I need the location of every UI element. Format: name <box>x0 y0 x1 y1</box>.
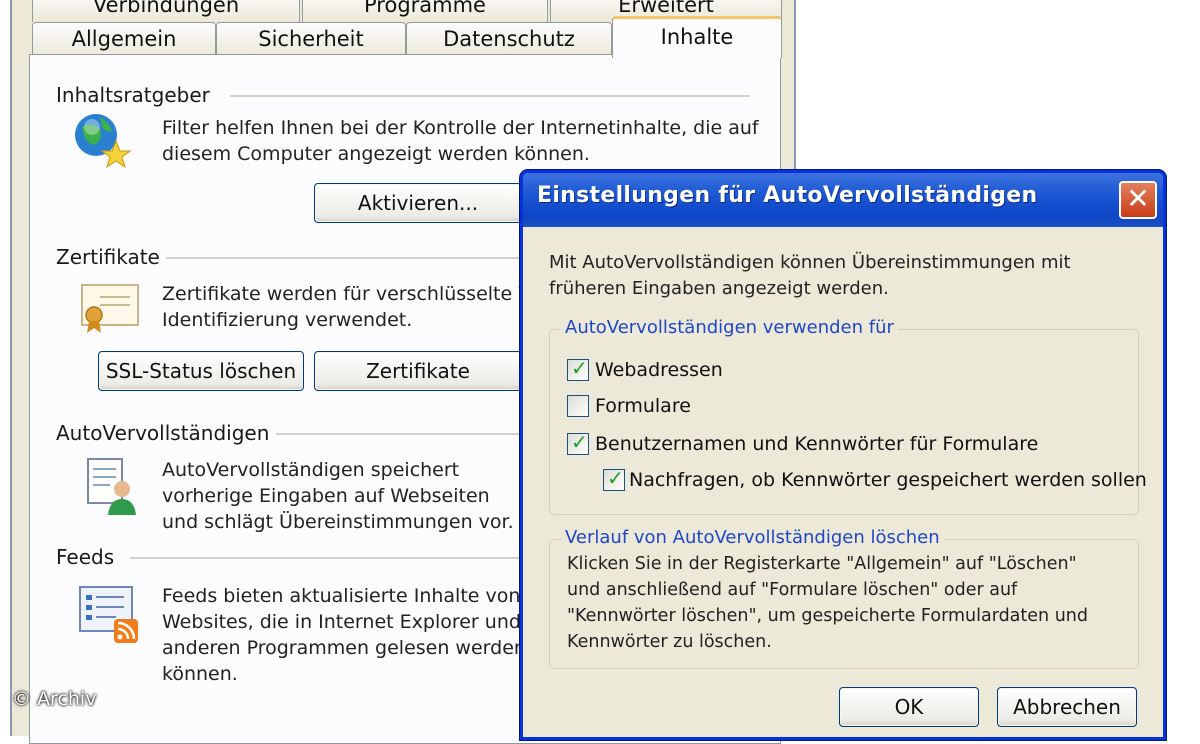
tab-datenschutz[interactable]: Datenschutz <box>406 22 612 56</box>
use-for-legend: AutoVervollständigen verwenden für <box>561 317 898 338</box>
feeds-text-4: können. <box>162 663 238 685</box>
certificates-text-1: Zertifikate werden für verschlüsselte Ve <box>162 283 542 305</box>
webadressen-checkbox[interactable]: ✓ <box>567 356 589 381</box>
autocomplete-text-3: und schlägt Übereinstimmungen vor. <box>162 511 514 533</box>
history-text-2: und anschließend auf "Formulare löschen"… <box>567 580 1018 600</box>
tab-allgemein[interactable]: Allgemein <box>32 22 216 56</box>
close-icon[interactable]: ✕ <box>1119 181 1157 219</box>
formulare-checkbox[interactable] <box>567 395 589 417</box>
tab-verbindungen[interactable]: Verbindungen <box>32 0 300 22</box>
feeds-text-2: Websites, die in Internet Explorer und <box>162 611 521 633</box>
checkmark-icon: ✓ <box>571 356 588 380</box>
usernames-passwords-label: Benutzernamen und Kennwörter für Formula… <box>595 433 1039 455</box>
ask-save-password-checkbox[interactable]: ✓ <box>603 466 625 491</box>
autocomplete-settings-dialog: Einstellungen für AutoVervollständigen ✕… <box>520 170 1166 740</box>
autocomplete-user-icon <box>87 458 136 515</box>
autocomplete-title: AutoVervollständigen <box>56 421 270 445</box>
ok-button[interactable]: OK <box>839 687 979 727</box>
feeds-title: Feeds <box>56 545 115 569</box>
formulare-label: Formulare <box>595 395 691 417</box>
certificates-button[interactable]: Zertifikate <box>314 351 522 391</box>
activate-button[interactable]: Aktivieren... <box>314 183 522 223</box>
content-advisor-text-1: Filter helfen Ihnen bei der Kontrolle de… <box>162 117 759 139</box>
history-text-1: Klicken Sie in der Registerkarte "Allgem… <box>567 554 1077 574</box>
certificates-text-2: Identifizierung verwendet. <box>162 309 413 331</box>
dialog-titlebar[interactable]: Einstellungen für AutoVervollständigen ✕ <box>523 173 1163 227</box>
tab-programme[interactable]: Programme <box>302 0 548 22</box>
history-text-3: "Kennwörter löschen", um gespeicherte Fo… <box>567 606 1088 626</box>
feeds-text-1: Feeds bieten aktualisierte Inhalte von <box>162 585 521 607</box>
history-legend: Verlauf von AutoVervollständigen löschen <box>561 527 944 548</box>
ask-save-password-label: Nachfragen, ob Kennwörter gespeichert we… <box>629 469 1147 491</box>
feed-list-icon <box>79 586 138 643</box>
cancel-button[interactable]: Abbrechen <box>997 687 1137 727</box>
content-advisor-text-2: diesem Computer angezeigt werden können. <box>162 143 590 165</box>
dialog-intro-2: früheren Eingaben angezeigt werden. <box>549 278 889 299</box>
usernames-passwords-checkbox[interactable]: ✓ <box>567 430 589 455</box>
history-text-4: Kennwörter zu löschen. <box>567 632 772 652</box>
certificate-icon <box>81 284 139 333</box>
dialog-title: Einstellungen für AutoVervollständigen <box>537 183 1038 208</box>
autocomplete-text-2: vorherige Eingaben auf Webseiten <box>162 485 490 507</box>
tab-sicherheit[interactable]: Sicherheit <box>216 22 406 56</box>
checkmark-icon: ✓ <box>571 430 588 454</box>
dialog-intro-1: Mit AutoVervollständigen können Übereins… <box>549 252 1071 273</box>
content-advisor-title: Inhaltsratgeber <box>56 83 210 107</box>
ssl-status-clear-button[interactable]: SSL-Status löschen <box>98 351 304 391</box>
feeds-text-3: anderen Programmen gelesen werden <box>162 637 526 659</box>
tab-inhalte[interactable]: Inhalte <box>612 16 782 58</box>
autocomplete-text-1: AutoVervollständigen speichert <box>162 459 460 481</box>
globe-star-icon <box>75 114 132 169</box>
webadressen-label: Webadressen <box>595 359 723 381</box>
copyright-watermark: © Archiv <box>12 688 97 710</box>
divider <box>230 95 750 97</box>
checkmark-icon: ✓ <box>607 466 624 490</box>
certificates-title: Zertifikate <box>56 245 160 269</box>
